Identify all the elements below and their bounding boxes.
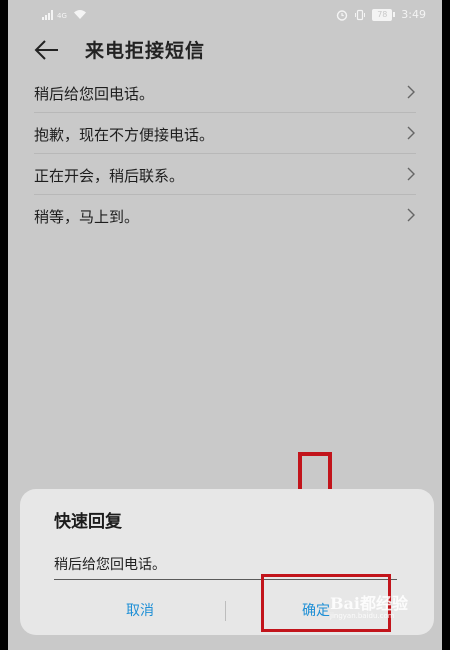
- button-divider: [225, 601, 226, 621]
- cancel-button[interactable]: 取消: [55, 593, 225, 629]
- network-type: 4G: [57, 12, 67, 20]
- dialog-title: 快速回复: [54, 512, 122, 532]
- alarm-icon: [337, 9, 348, 21]
- message-list: 稍后给您回电话。 抱歉，现在不方便接电话。 正在开会，稍后联系。 稍等，马上到。: [8, 72, 442, 235]
- chevron-right-icon: [407, 208, 415, 222]
- back-button[interactable]: [32, 36, 62, 64]
- chevron-right-icon: [407, 85, 415, 99]
- battery-level: 78: [372, 8, 393, 21]
- watermark-text: Bai都经验: [330, 594, 408, 613]
- chevron-right-icon: [407, 126, 415, 140]
- phone-screen: 4G 78 3:49 来电拒接短信 稍后给您回电话。 抱歉，现在不方便接电话。 …: [8, 0, 442, 650]
- status-right: 78 3:49: [336, 8, 426, 21]
- wifi-icon: [73, 10, 86, 19]
- page-title: 来电拒接短信: [85, 40, 206, 62]
- watermark: Bai都经验 jingyan.baidu.com: [330, 590, 408, 620]
- status-bar: 4G 78 3:49: [8, 0, 442, 30]
- arrow-left-icon: [34, 40, 58, 60]
- status-time: 3:49: [401, 8, 426, 21]
- app-bar: 来电拒接短信: [8, 30, 442, 70]
- message-label: 稍后给您回电话。: [34, 85, 155, 103]
- message-label: 稍等，马上到。: [34, 208, 140, 226]
- chevron-right-icon: [407, 167, 415, 181]
- signal-icon: [42, 10, 53, 20]
- watermark-url: jingyan.baidu.com: [330, 612, 395, 620]
- message-label: 抱歉，现在不方便接电话。: [34, 126, 215, 144]
- message-label: 正在开会，稍后联系。: [34, 167, 185, 185]
- vibrate-icon: [355, 9, 366, 20]
- status-left: 4G: [42, 9, 87, 20]
- message-row-1[interactable]: 稍后给您回电话。: [34, 72, 416, 113]
- message-row-2[interactable]: 抱歉，现在不方便接电话。: [34, 113, 416, 154]
- message-row-3[interactable]: 正在开会，稍后联系。: [34, 154, 416, 195]
- message-row-4[interactable]: 稍等，马上到。: [34, 195, 416, 235]
- battery-icon: 78: [372, 8, 396, 21]
